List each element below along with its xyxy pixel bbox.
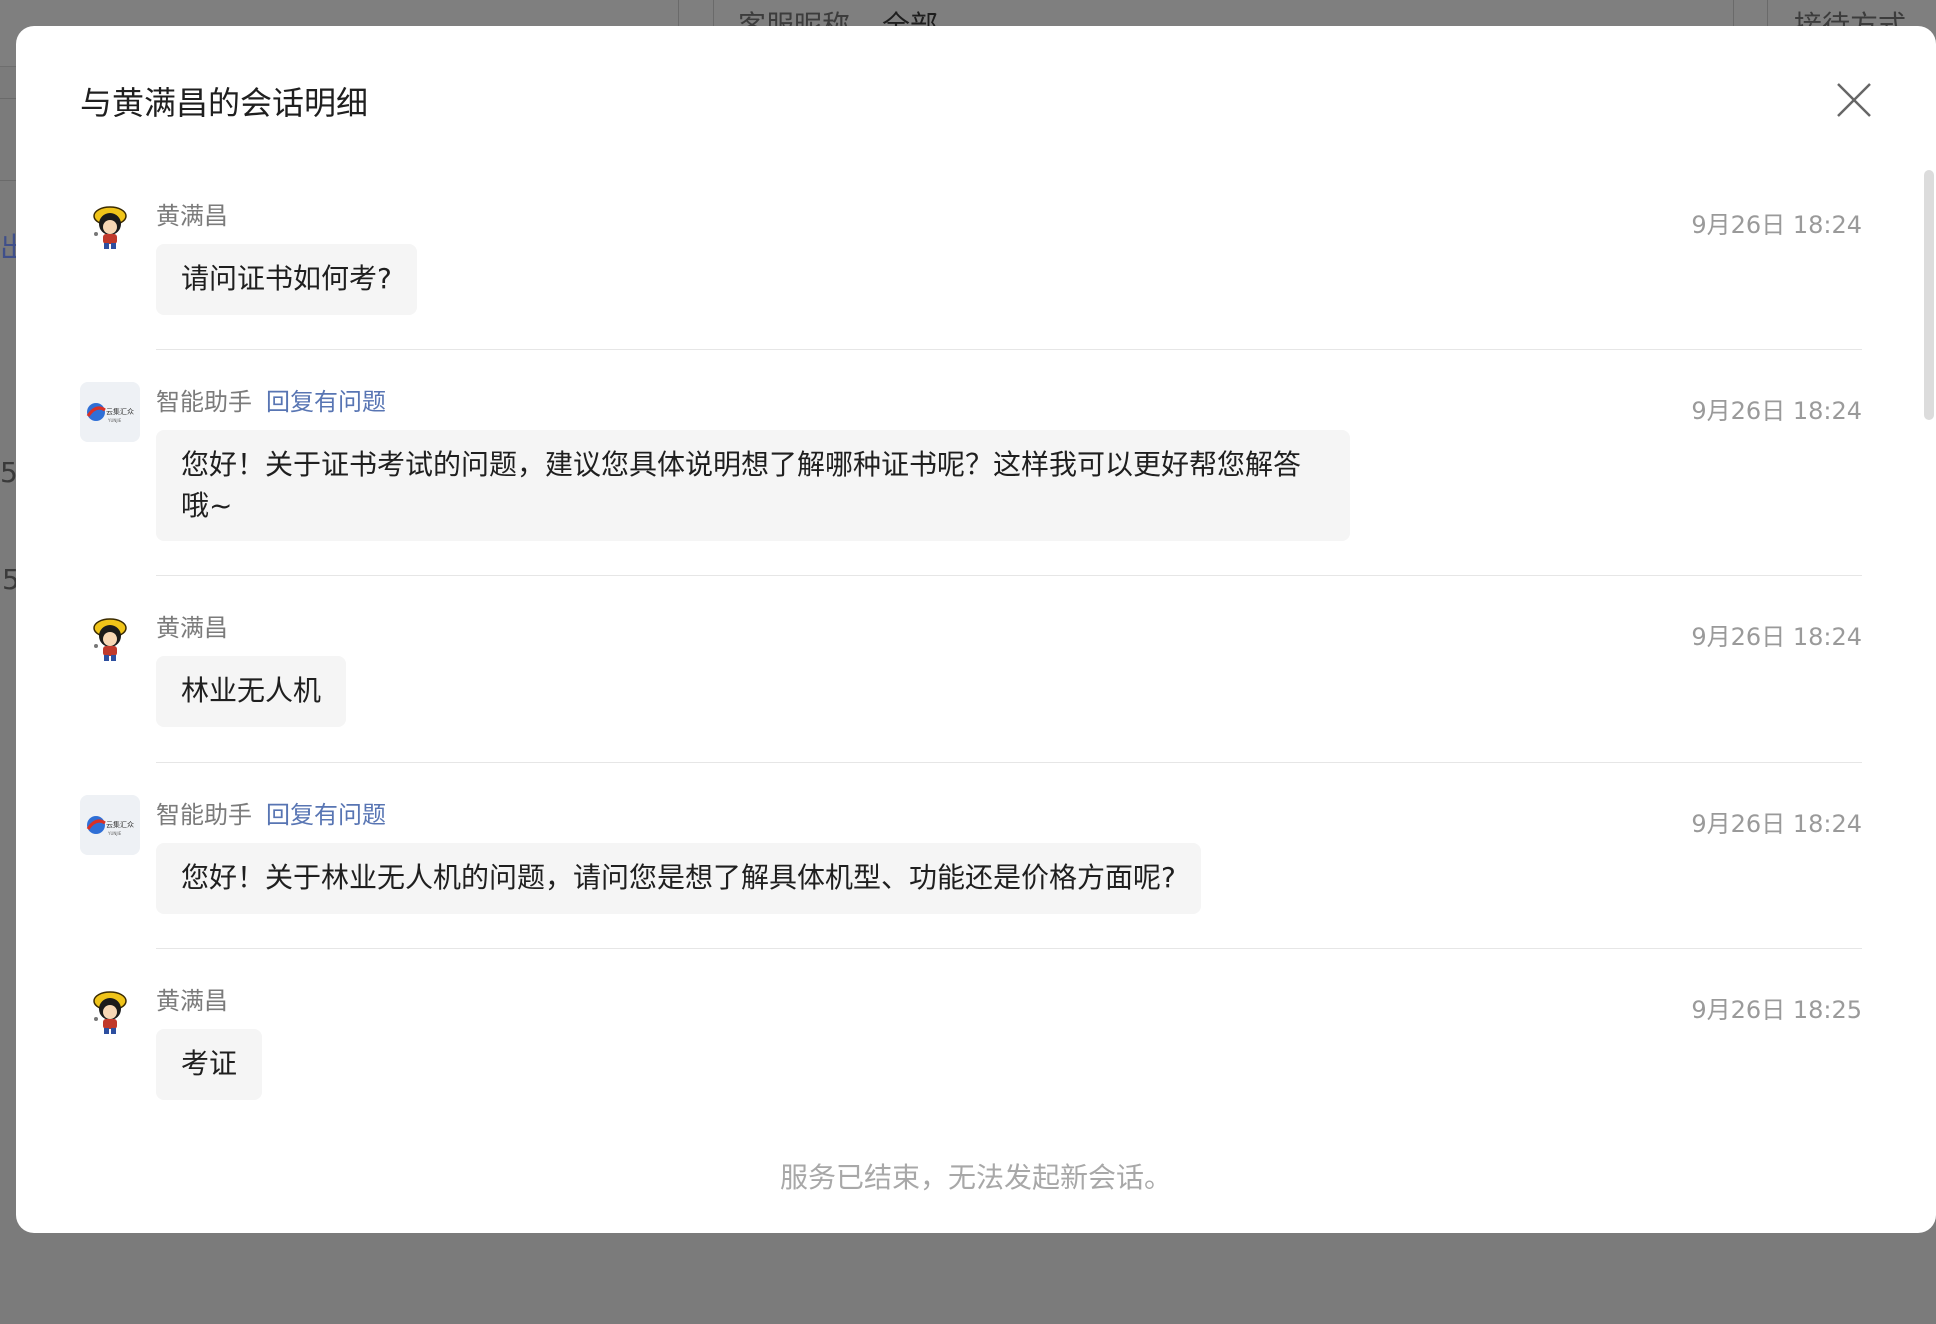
bg-divider (0, 180, 16, 181)
svg-text:YUNJIE: YUNJIE (107, 831, 122, 836)
sender-line: 黄满昌 (156, 981, 228, 1016)
report-reply-issue-link[interactable]: 回复有问题 (266, 388, 386, 416)
message-divider (156, 948, 1862, 949)
message-time: 9月26日 18:24 (1691, 623, 1862, 651)
close-button[interactable] (1830, 76, 1878, 124)
sender-line: 智能助手 回复有问题 (156, 795, 386, 830)
sender-line: 黄满昌 (156, 608, 228, 643)
message-divider (156, 349, 1862, 350)
svg-text:云集汇众: 云集汇众 (106, 820, 134, 829)
service-ended-note: 服务已结束，无法发起新会话。 (779, 1161, 1172, 1194)
sender-name: 智能助手 (156, 801, 252, 829)
message-divider (156, 575, 1862, 576)
assistant-avatar: 云集汇众 YUNJIE (80, 795, 140, 855)
sender-line: 智能助手 回复有问题 (156, 382, 386, 417)
message-divider (156, 762, 1862, 763)
scrollbar-thumb[interactable] (1924, 170, 1934, 420)
assistant-avatar: 云集汇众 YUNJIE (80, 382, 140, 442)
message-bubble: 考证 (156, 1029, 263, 1100)
sender-name: 黄满昌 (156, 202, 228, 230)
sender-line: 黄满昌 (156, 196, 228, 231)
conversation-detail-dialog: 与黄满昌的会话明细 黄满昌 9月26日 18:24 请问证书如何考? 云集汇众 … (16, 26, 1936, 1233)
user-avatar (80, 608, 140, 668)
bg-divider (0, 98, 16, 99)
dialog-title: 与黄满昌的会话明细 (80, 84, 369, 122)
close-icon[interactable] (1830, 76, 1878, 124)
svg-text:YUNJIE: YUNJIE (107, 418, 122, 423)
message-bubble: 您好！关于证书考试的问题，建议您具体说明想了解哪种证书呢？这样我可以更好帮您解答… (156, 430, 1350, 541)
message-bubble: 林业无人机 (156, 656, 347, 727)
user-avatar (80, 981, 140, 1041)
message-bubble: 您好！关于林业无人机的问题，请问您是想了解具体机型、功能还是价格方面呢? (156, 843, 1201, 914)
svg-text:云集汇众: 云集汇众 (106, 407, 134, 416)
message-time: 9月26日 18:24 (1691, 810, 1862, 838)
sender-name: 黄满昌 (156, 987, 228, 1015)
sender-name: 黄满昌 (156, 614, 228, 642)
sender-name: 智能助手 (156, 388, 252, 416)
report-reply-issue-link[interactable]: 回复有问题 (266, 801, 386, 829)
message-time: 9月26日 18:25 (1691, 996, 1862, 1024)
message-time: 9月26日 18:24 (1691, 397, 1862, 425)
user-avatar (80, 196, 140, 256)
message-bubble: 请问证书如何考? (156, 244, 417, 315)
message-time: 9月26日 18:24 (1691, 211, 1862, 239)
